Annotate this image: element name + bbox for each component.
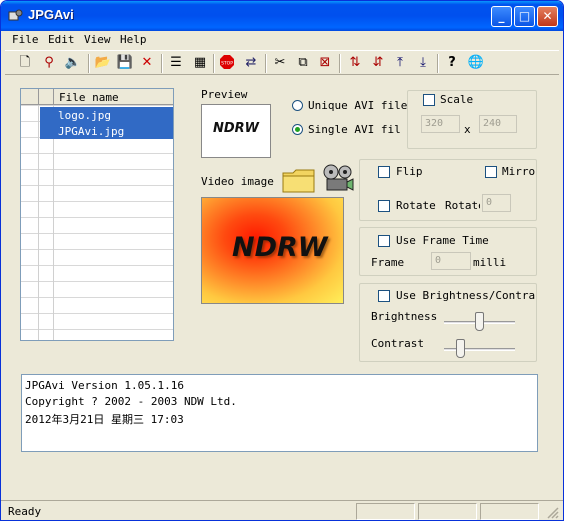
header-checkbox-cell — [39, 89, 54, 105]
menu-bar: File Edit View Help — [1, 31, 563, 49]
use-brightness-contrast-checkbox[interactable] — [378, 290, 390, 302]
new-icon[interactable]: 🗋 — [16, 54, 34, 72]
video-logo-text: NDRW — [232, 232, 328, 263]
scale-label[interactable]: Scale — [440, 93, 473, 106]
brightness-label: Brightness — [371, 310, 438, 323]
film-icon[interactable]: ▦ — [191, 54, 209, 72]
rotate-checkbox[interactable] — [378, 200, 390, 212]
scale-width-input[interactable]: 320 — [421, 115, 460, 133]
file-list-row-header-column — [21, 89, 39, 340]
refresh-icon[interactable]: ⇄ — [242, 54, 260, 72]
file-row[interactable]: logo.jpg — [40, 107, 173, 123]
app-window: JPGAvi _ □ ✕ File Edit View Help 🗋 ⚲ 🔈 📂… — [0, 0, 564, 521]
log-line: 2012年3月21日 星期三 17:03 — [25, 413, 184, 426]
file-name-cell: JPGAvi.jpg — [58, 125, 125, 138]
maximize-button[interactable]: □ — [514, 6, 535, 27]
log-panel[interactable]: JPGAvi Version 1.05.1.16 Copyright ? 200… — [21, 374, 538, 452]
title-bar[interactable]: JPGAvi _ □ ✕ — [1, 1, 563, 31]
toolbar-separator — [88, 54, 90, 73]
contrast-label: Contrast — [371, 337, 424, 350]
video-image: NDRW — [201, 197, 344, 304]
scale-x-label: x — [464, 123, 471, 136]
status-text: Ready — [8, 505, 42, 518]
scale-checkbox[interactable] — [423, 94, 435, 106]
close-button[interactable]: ✕ — [537, 6, 558, 27]
toolbar-separator — [161, 54, 163, 73]
stop-icon[interactable]: STOP — [218, 54, 236, 72]
toolbar-separator — [213, 54, 215, 73]
use-frame-time-checkbox[interactable] — [378, 235, 390, 247]
toolbar-separator — [265, 54, 267, 73]
video-image-label: Video image — [201, 175, 274, 188]
web-icon[interactable]: 🌐 — [467, 54, 485, 72]
use-frame-time-label[interactable]: Use Frame Time — [396, 234, 489, 247]
status-pane — [480, 503, 539, 520]
flip-checkbox[interactable] — [378, 166, 390, 178]
menu-edit[interactable]: Edit — [48, 33, 75, 46]
column-header-file-name[interactable]: File name — [59, 91, 119, 104]
delete-icon[interactable]: ✕ — [138, 54, 156, 72]
menu-help[interactable]: Help — [120, 33, 147, 46]
file-row[interactable]: JPGAvi.jpg — [40, 123, 173, 139]
status-bar: Ready — [1, 500, 563, 520]
frame-unit-label: milli — [473, 256, 507, 269]
file-list[interactable]: File name logo.jpg JPGAvi.jpg — [20, 88, 174, 341]
help-icon[interactable]: ? — [443, 54, 461, 72]
move-top-icon[interactable]: ⤒ — [391, 54, 409, 72]
single-avi-label[interactable]: Single AVI fil — [308, 123, 401, 136]
single-avi-radio[interactable] — [292, 124, 303, 135]
contrast-slider-thumb[interactable] — [456, 339, 466, 358]
status-pane — [356, 503, 415, 520]
cut-icon[interactable]: ✂ — [271, 54, 289, 72]
pin-icon[interactable]: ⚲ — [40, 54, 58, 72]
menu-file[interactable]: File — [12, 33, 39, 46]
minimize-button[interactable]: _ — [491, 6, 512, 27]
sort-desc-icon[interactable]: ⇵ — [369, 54, 387, 72]
toolbar-separator — [437, 54, 439, 73]
speaker-icon[interactable]: 🔈 — [64, 54, 82, 72]
rotate-angle-input[interactable]: 0 — [482, 194, 511, 212]
stack-icon[interactable]: ☰ — [167, 54, 185, 72]
svg-text:STOP: STOP — [221, 61, 233, 67]
menu-view[interactable]: View — [84, 33, 111, 46]
use-brightness-contrast-label[interactable]: Use Brightness/Contrast — [396, 289, 536, 302]
frame-label: Frame — [371, 256, 405, 269]
resize-grip-icon[interactable] — [547, 507, 559, 519]
unique-avi-label[interactable]: Unique AVI file — [308, 99, 407, 112]
open-folder-icon[interactable]: 📂 — [94, 54, 112, 72]
rotate-label[interactable]: Rotate — [396, 199, 436, 212]
preview-label: Preview — [201, 88, 248, 101]
film-projector-icon[interactable] — [321, 163, 355, 195]
file-name-cell: logo.jpg — [58, 109, 111, 122]
log-line: JPGAvi Version 1.05.1.16 — [25, 379, 184, 392]
rotate-angle-label: Rotate — [445, 199, 480, 212]
scale-height-input[interactable]: 240 — [479, 115, 517, 133]
save-icon[interactable]: 💾 — [116, 54, 134, 72]
contrast-slider-track[interactable] — [444, 348, 515, 351]
folder-icon[interactable] — [282, 167, 316, 194]
toolbar-separator — [339, 54, 341, 73]
remove-icon[interactable]: ⊠ — [316, 54, 334, 72]
file-list-header: File name — [21, 89, 173, 105]
flip-label[interactable]: Flip — [396, 165, 423, 178]
preview-logo-text: NDRW — [213, 121, 260, 136]
brightness-slider-thumb[interactable] — [475, 312, 484, 331]
frame-time-input[interactable]: 0 — [431, 252, 471, 270]
window-title: JPGAvi — [28, 7, 74, 22]
copy-icon[interactable]: ⧉ — [294, 54, 312, 72]
log-line: Copyright ? 2002 - 2003 NDW Ltd. — [25, 395, 237, 408]
preview-image: NDRW — [201, 104, 271, 158]
move-bottom-icon[interactable]: ⤓ — [414, 54, 432, 72]
status-pane — [418, 503, 477, 520]
header-corner-cell — [21, 89, 39, 105]
unique-avi-radio[interactable] — [292, 100, 303, 111]
toolbar: 🗋 ⚲ 🔈 📂 💾 ✕ ☰ ▦ STOP ⇄ ✂ ⧉ ⊠ ⇅ ⇵ ⤒ ⤓ ? 🌐 — [5, 50, 559, 75]
app-icon — [8, 9, 23, 21]
sort-asc-icon[interactable]: ⇅ — [346, 54, 364, 72]
mirror-checkbox[interactable] — [485, 166, 497, 178]
mirror-label[interactable]: Mirror — [502, 165, 536, 178]
